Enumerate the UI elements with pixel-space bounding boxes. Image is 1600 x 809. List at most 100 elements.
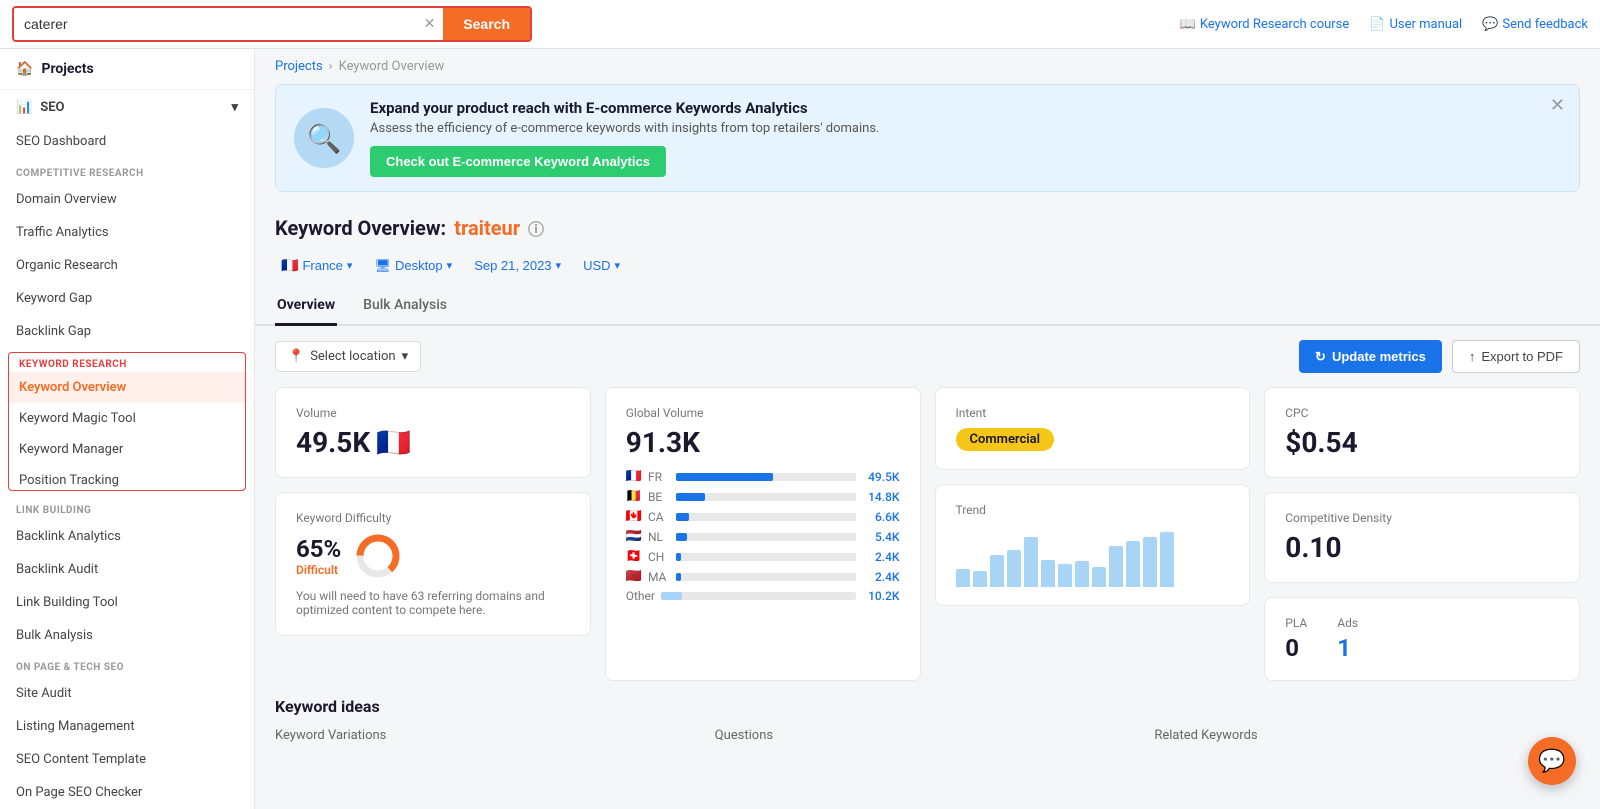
trend-bar (1126, 541, 1140, 587)
update-metrics-button[interactable]: ↻ Update metrics (1299, 340, 1442, 373)
gv-bars: 🇫🇷 FR 49.5K 🇧🇪 BE 14.8K 🇨🇦 CA 6.6K 🇳🇱 NL (626, 469, 900, 584)
sidebar-seo-header[interactable]: 📊 SEO ▾ (0, 90, 254, 125)
on-page-label: ON PAGE & TECH SEO (0, 652, 254, 677)
sidebar-item-backlink-audit[interactable]: Backlink Audit (0, 553, 254, 586)
breadcrumb-projects[interactable]: Projects (275, 59, 323, 74)
volume-value: 49.5K 🇫🇷 (296, 426, 570, 459)
sidebar-item-seo-content-template[interactable]: SEO Content Template (0, 743, 254, 776)
gv-country-row: 🇨🇦 CA 6.6K (626, 509, 900, 524)
keyword-overview-header: Keyword Overview: traiteur ⓘ (255, 208, 1600, 246)
gv-value: 91.3K (626, 426, 900, 459)
currency-filter[interactable]: USD ▾ (577, 255, 626, 276)
promo-banner: 🔍 Expand your product reach with E-comme… (275, 84, 1580, 192)
trend-bar (973, 571, 987, 588)
metrics-toolbar: 📍 Select location ▾ ↻ Update metrics ↑ E… (255, 326, 1600, 387)
projects-label: Projects (41, 61, 93, 77)
date-chevron-icon: ▾ (556, 259, 562, 272)
sidebar-item-domain-overview[interactable]: Domain Overview (0, 183, 254, 216)
country-flag-icon: 🇨🇦 (626, 509, 642, 524)
search-button[interactable]: Search (443, 8, 530, 40)
country-chevron-icon: ▾ (347, 259, 353, 272)
kw-prefix: Keyword Overview: (275, 216, 446, 240)
country-flag-icon: 🇧🇪 (626, 489, 642, 504)
sidebar-item-organic-research[interactable]: Organic Research (0, 249, 254, 282)
top-bar: ✕ Search 📖 Keyword Research course 📄 Use… (0, 0, 1600, 49)
pla-label: PLA (1285, 616, 1307, 630)
cd-label: Competitive Density (1285, 511, 1559, 525)
kd-value: 65% (296, 535, 341, 563)
sidebar-item-keyword-overview[interactable]: Keyword Overview (9, 372, 245, 403)
ads-section: Ads 1 (1337, 616, 1358, 662)
intent-card: Intent Commercial (935, 387, 1251, 470)
currency-chevron-icon: ▾ (615, 259, 621, 272)
sidebar-item-on-page-seo-checker[interactable]: On Page SEO Checker (0, 776, 254, 809)
trend-label: Trend (956, 503, 1230, 517)
send-feedback-link[interactable]: 💬 Send feedback (1482, 17, 1588, 32)
clear-icon[interactable]: ✕ (416, 12, 444, 36)
trend-bar (1024, 537, 1038, 587)
tab-bulk-analysis[interactable]: Bulk Analysis (361, 289, 449, 326)
sidebar-item-traffic-analytics[interactable]: Traffic Analytics (0, 216, 254, 249)
info-icon[interactable]: ⓘ (528, 216, 544, 240)
sidebar-item-seo-dashboard[interactable]: SEO Dashboard (0, 125, 254, 158)
sidebar-item-keyword-gap[interactable]: Keyword Gap (0, 282, 254, 315)
pla-ads-card: PLA 0 Ads 1 (1264, 597, 1580, 681)
tabs: Overview Bulk Analysis (255, 285, 1600, 326)
refresh-icon: ↻ (1315, 349, 1326, 365)
layout: 🏠 Projects 📊 SEO ▾ SEO Dashboard COMPETI… (0, 49, 1600, 809)
volume-flag-icon: 🇫🇷 (376, 426, 411, 459)
trend-bar (1041, 560, 1055, 588)
gv-other-row: Other 10.2K (626, 589, 900, 603)
keyword-research-section-label: KEYWORD RESEARCH (9, 353, 245, 372)
seo-label: SEO (40, 100, 64, 115)
chat-fab[interactable]: 💬 (1528, 737, 1576, 785)
banner-cta-button[interactable]: Check out E-commerce Keyword Analytics (370, 146, 666, 177)
keyword-ideas-columns: Keyword Variations Questions Related Key… (275, 728, 1580, 743)
trend-bar (1109, 546, 1123, 587)
breadcrumb-separator: › (329, 59, 333, 74)
sidebar-item-link-building-tool[interactable]: Link Building Tool (0, 586, 254, 619)
sidebar-item-backlink-analytics[interactable]: Backlink Analytics (0, 520, 254, 553)
sidebar-item-listing-management[interactable]: Listing Management (0, 710, 254, 743)
trend-chart (956, 527, 1230, 587)
gv-country-row: 🇲🇦 MA 2.4K (626, 569, 900, 584)
location-chevron-icon: ▾ (402, 349, 409, 364)
keyword-research-course-link[interactable]: 📖 Keyword Research course (1180, 17, 1350, 32)
kd-row: 65% Difficult (296, 531, 570, 581)
search-input[interactable] (14, 9, 416, 39)
keyword-ideas-section: Keyword ideas Keyword Variations Questio… (255, 697, 1600, 759)
competitive-research-label: COMPETITIVE RESEARCH (0, 158, 254, 183)
banner-close-icon[interactable]: ✕ (1550, 95, 1565, 116)
sidebar-projects-header[interactable]: 🏠 Projects (0, 49, 254, 90)
trend-bar (956, 569, 970, 587)
country-flag-icon: 🇫🇷 (626, 469, 642, 484)
intent-label: Intent (956, 406, 1230, 420)
france-flag-icon: 🇫🇷 (281, 257, 298, 274)
export-pdf-button[interactable]: ↑ Export to PDF (1452, 340, 1580, 373)
country-flag-icon: 🇲🇦 (626, 569, 642, 584)
manual-icon: 📄 (1369, 17, 1385, 32)
banner-desc: Assess the efficiency of e-commerce keyw… (370, 121, 1561, 136)
sidebar-item-keyword-manager[interactable]: Keyword Manager (9, 434, 245, 465)
device-filter[interactable]: 🖥 Desktop ▾ (368, 255, 458, 277)
pla-section: PLA 0 (1285, 616, 1307, 662)
sidebar-item-position-tracking[interactable]: Position Tracking (9, 465, 245, 491)
location-icon: 📍 (288, 349, 304, 364)
location-select[interactable]: 📍 Select location ▾ (275, 341, 421, 372)
date-filter[interactable]: Sep 21, 2023 ▾ (468, 255, 567, 276)
pla-value: 0 (1285, 634, 1307, 662)
sidebar-item-bulk-analysis[interactable]: Bulk Analysis (0, 619, 254, 652)
user-manual-link[interactable]: 📄 User manual (1369, 17, 1462, 32)
sidebar-item-site-audit[interactable]: Site Audit (0, 677, 254, 710)
country-filter[interactable]: 🇫🇷 France ▾ (275, 254, 358, 277)
sidebar-item-keyword-magic-tool[interactable]: Keyword Magic Tool (9, 403, 245, 434)
keyword-difficulty-card: Keyword Difficulty 65% Difficult (275, 492, 591, 636)
sidebar-item-backlink-gap[interactable]: Backlink Gap (0, 315, 254, 348)
tab-overview[interactable]: Overview (275, 289, 337, 326)
kw-title: Keyword Overview: traiteur ⓘ (275, 216, 1580, 240)
banner-icon: 🔍 (294, 108, 354, 168)
volume-card: Volume 49.5K 🇫🇷 (275, 387, 591, 478)
export-icon: ↑ (1469, 349, 1476, 364)
gv-country-row: 🇧🇪 BE 14.8K (626, 489, 900, 504)
trend-bar (1075, 561, 1089, 587)
